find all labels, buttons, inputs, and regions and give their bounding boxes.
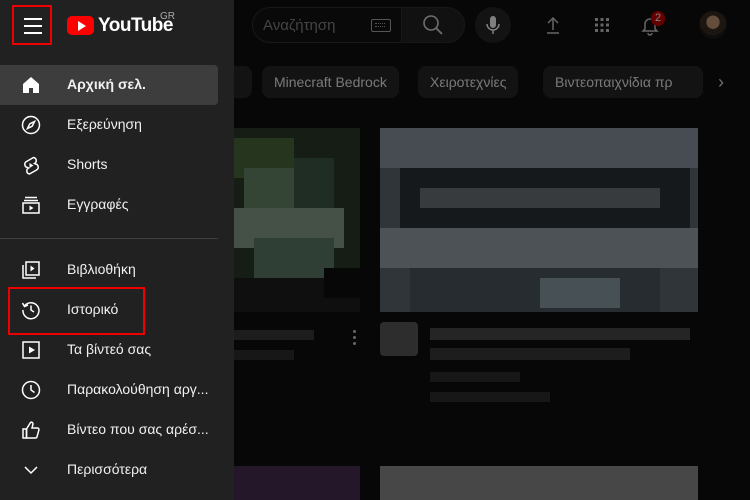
- avatar[interactable]: [699, 11, 727, 39]
- keyboard-icon[interactable]: [371, 19, 391, 32]
- sidebar-item-label: Βιβλιοθήκη: [67, 261, 136, 277]
- sidebar-item-label: Εγγραφές: [67, 196, 129, 212]
- video-title-blurred: [430, 328, 690, 340]
- sidebar-item-explore[interactable]: Εξερεύνηση: [0, 105, 218, 145]
- video-thumbnail[interactable]: [380, 128, 698, 312]
- youtube-logo[interactable]: YouTube: [67, 14, 173, 38]
- chevron-right-icon[interactable]: ›: [718, 72, 724, 93]
- search-placeholder: Αναζήτηση: [263, 17, 336, 34]
- sidebar-item-label: Παρακολούθηση αργ...: [67, 381, 209, 397]
- watch-later-icon: [21, 380, 41, 400]
- shorts-icon: [24, 156, 39, 175]
- upload-icon[interactable]: [542, 14, 564, 36]
- sidebar-item-label: Βίντεο που σας αρέσ...: [67, 421, 209, 437]
- video-title-blurred: [430, 348, 630, 360]
- video-thumbnail[interactable]: [234, 466, 360, 500]
- chevron-down-icon: [24, 466, 38, 475]
- sidebar-item-your-videos[interactable]: Τα βίντεό σας: [0, 330, 218, 370]
- your-videos-icon: [22, 341, 40, 359]
- home-icon: [23, 77, 39, 93]
- chip-minecraft[interactable]: Minecraft Bedrock: [262, 66, 399, 98]
- chip-crafts[interactable]: Χειροτεχνίες: [418, 66, 519, 98]
- compass-icon: [21, 115, 41, 135]
- sidebar-item-label: Τα βίντεό σας: [67, 341, 152, 357]
- subscriptions-icon: [22, 196, 40, 214]
- channel-avatar[interactable]: [380, 322, 418, 356]
- sidebar-item-label: Περισσότερα: [67, 461, 148, 477]
- sidebar-item-label: Αρχική σελ.: [67, 76, 146, 92]
- sidebar-item-show-more[interactable]: Περισσότερα: [0, 450, 218, 490]
- region-code: GR: [160, 11, 175, 22]
- video-meta-blurred: [430, 372, 520, 382]
- chip-videogames[interactable]: Βιντεοπαιχνίδια πρ: [543, 66, 703, 98]
- library-icon: [22, 261, 40, 279]
- voice-search-button[interactable]: [475, 7, 511, 43]
- search-icon: [423, 15, 443, 35]
- hamburger-menu-button[interactable]: [12, 5, 52, 45]
- video-title-blurred: [234, 330, 314, 340]
- sidebar-item-label: Εξερεύνηση: [67, 116, 142, 132]
- sidebar-item-label: Shorts: [67, 156, 108, 172]
- sidebar-divider: [0, 238, 218, 239]
- notification-badge: 2: [651, 11, 666, 26]
- sidebar-item-watch-later[interactable]: Παρακολούθηση αργ...: [0, 370, 218, 410]
- sidebar-header: YouTube GR: [0, 0, 234, 56]
- thumbs-up-icon: [22, 421, 40, 439]
- video-meta-blurred: [234, 350, 294, 360]
- sidebar-drawer: YouTube GR Αρχική σελ. Εξερεύνηση Shorts…: [0, 0, 234, 500]
- video-thumbnail[interactable]: [234, 128, 360, 312]
- mic-icon: [486, 16, 500, 34]
- sidebar-item-subscriptions[interactable]: Εγγραφές: [0, 185, 218, 225]
- sidebar-item-liked-videos[interactable]: Βίντεο που σας αρέσ...: [0, 410, 218, 450]
- youtube-play-icon: [67, 16, 94, 35]
- search-input[interactable]: Αναζήτηση: [252, 7, 402, 43]
- sidebar-item-library[interactable]: Βιβλιοθήκη: [0, 250, 218, 290]
- video-thumbnail[interactable]: [380, 466, 698, 500]
- more-options-icon[interactable]: [353, 330, 357, 345]
- sidebar-item-shorts[interactable]: Shorts: [0, 145, 218, 185]
- video-meta-blurred: [430, 392, 550, 402]
- apps-grid-icon[interactable]: [591, 14, 613, 36]
- search-button[interactable]: [401, 7, 465, 43]
- sidebar-item-home[interactable]: Αρχική σελ.: [0, 65, 218, 105]
- highlight-box: [8, 287, 145, 335]
